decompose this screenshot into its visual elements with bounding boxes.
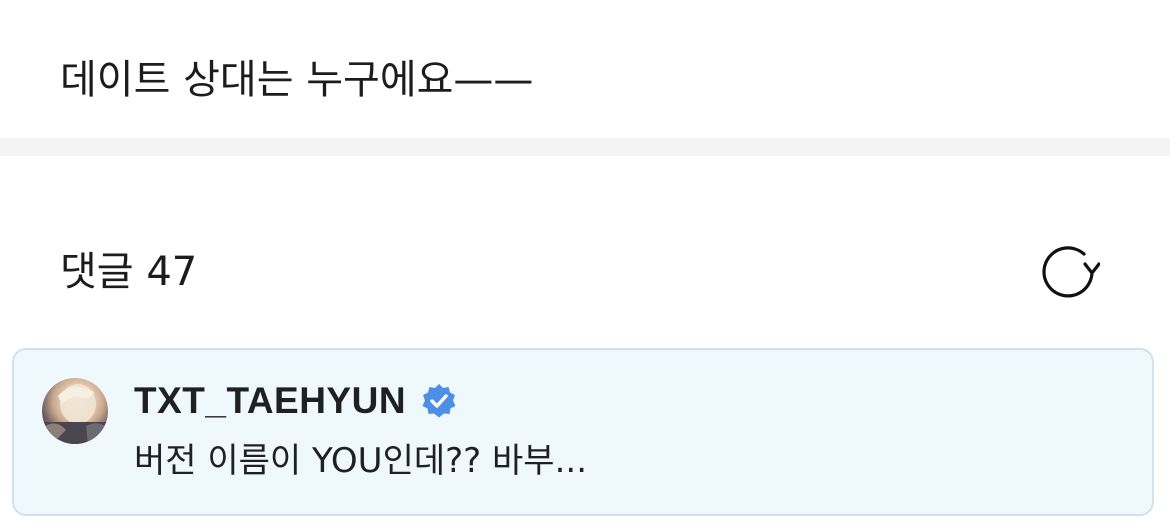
refresh-button[interactable] <box>1038 242 1100 302</box>
comments-count-header: 댓글 47 <box>60 249 198 295</box>
comment-author-name[interactable]: TXT_TAEHYUN <box>134 380 406 422</box>
post-text: 데이트 상대는 누구에요—— <box>60 57 534 103</box>
comment-text: 버전 이름이 YOU인데?? 바부... <box>134 441 588 481</box>
refresh-icon <box>1042 246 1100 298</box>
verified-badge-icon <box>420 382 458 420</box>
comment-author-row: TXT_TAEHYUN <box>134 378 458 424</box>
avatar[interactable] <box>42 378 108 444</box>
section-divider <box>0 138 1170 156</box>
comment-card[interactable]: TXT_TAEHYUN 버전 이름이 YOU인데?? 바부... <box>12 348 1154 516</box>
